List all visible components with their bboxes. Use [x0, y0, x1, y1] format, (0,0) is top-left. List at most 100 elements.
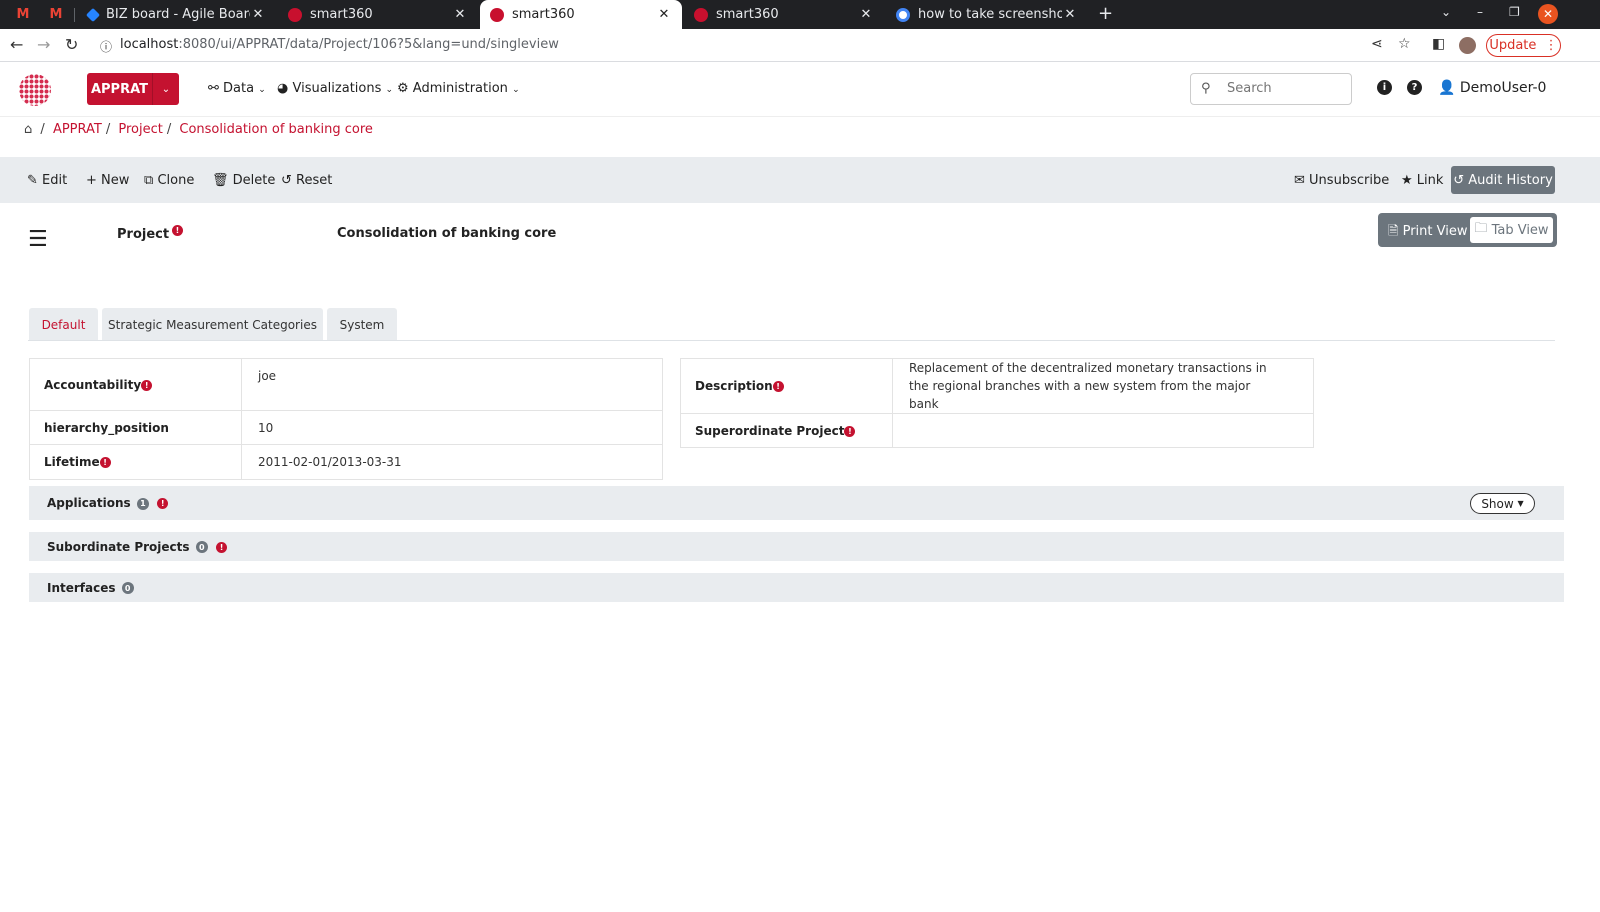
tab-system[interactable]: System [327, 308, 397, 341]
tab-title: smart360 [716, 7, 779, 22]
search-box[interactable]: ⚲ [1190, 73, 1352, 105]
count-badge: 1 [136, 497, 149, 510]
field-label: Superordinate Project! [680, 413, 893, 448]
field-row: hierarchy_position 10 [29, 410, 663, 445]
side-panel-icon[interactable]: ◧ [1432, 36, 1445, 52]
close-icon[interactable]: ✕ [452, 7, 468, 22]
unsubscribe-label: Unsubscribe [1309, 173, 1390, 188]
breadcrumb-project[interactable]: Project [118, 122, 162, 137]
audit-history-label: Audit History [1468, 172, 1553, 188]
tab-default[interactable]: Default [29, 308, 98, 341]
show-button[interactable]: Show ▼ [1470, 493, 1535, 514]
star-icon[interactable]: ☆ [1398, 36, 1411, 52]
url-host: localhost [120, 37, 179, 52]
section-title: Interfaces [47, 580, 116, 595]
tab-search-icon[interactable]: ⌄ [1441, 5, 1451, 19]
star-icon: ★ [1401, 173, 1413, 188]
search-input[interactable] [1227, 81, 1342, 96]
reset-button[interactable]: ↺ Reset [281, 173, 332, 188]
chevron-down-icon: ⌄ [512, 85, 520, 95]
accountability-label: Accountability [44, 377, 142, 392]
gmail-pinned-tab-2[interactable]: M [43, 0, 69, 29]
caret-down-icon: ▼ [1517, 499, 1524, 508]
info-icon[interactable]: ! [99, 457, 111, 468]
restore-icon[interactable]: ❐ [1509, 5, 1520, 19]
info-icon[interactable]: i [1377, 80, 1392, 95]
tab-strategic-measurement-categories[interactable]: Strategic Measurement Categories [102, 308, 323, 341]
tab-label: Default [41, 317, 86, 332]
browser-tab-strip: M M BIZ board - Agile Board - J ✕ smart3… [0, 0, 1600, 29]
window-close-icon[interactable]: ✕ [1538, 4, 1558, 24]
smart360-logo[interactable] [19, 74, 51, 106]
info-icon[interactable]: ! [141, 379, 153, 391]
audit-history-button[interactable]: ↺ Audit History [1451, 166, 1555, 194]
browser-tab-smart360[interactable]: smart360 ✕ [684, 0, 884, 29]
info-icon[interactable]: ! [844, 425, 856, 437]
browser-tab-google[interactable]: how to take screenshot in ✕ [886, 0, 1088, 29]
unsubscribe-button[interactable]: ✉ Unsubscribe [1294, 173, 1389, 188]
nav-data[interactable]: ⚯ Data ⌄ [208, 81, 266, 96]
section-subordinate-projects[interactable]: Subordinate Projects 0 ! [29, 532, 1564, 561]
sitemap-icon: ⚯ [208, 81, 219, 96]
info-icon[interactable]: ! [216, 541, 228, 553]
site-info-icon[interactable]: ⓘ [100, 38, 112, 55]
app-switcher-button[interactable]: APPRAT ⌄ [87, 73, 179, 105]
view-toggle-group: 🗎 Print View 🗀 Tab View [1378, 213, 1557, 247]
close-icon[interactable]: ✕ [656, 7, 672, 22]
gmail-pinned-tab-1[interactable]: M [10, 0, 36, 29]
tab-view-button[interactable]: 🗀 Tab View [1470, 217, 1553, 243]
user-name: DemoUser-0 [1459, 80, 1547, 96]
new-button[interactable]: + New [86, 173, 129, 188]
section-applications[interactable]: Applications 1 ! Show ▼ [29, 486, 1564, 520]
back-icon[interactable]: ← [10, 35, 23, 54]
close-icon[interactable]: ✕ [250, 7, 266, 22]
share-icon[interactable]: ⋖ [1371, 36, 1383, 52]
close-icon[interactable]: ✕ [1062, 7, 1078, 22]
superordinate-project-label: Superordinate Project [695, 423, 845, 438]
link-button[interactable]: ★ Link [1401, 173, 1443, 188]
pie-chart-icon: ◕ [277, 81, 289, 96]
browser-tab-smart360[interactable]: smart360 ✕ [278, 0, 478, 29]
info-icon[interactable]: ! [172, 225, 183, 236]
edit-button[interactable]: ✎ Edit [27, 173, 67, 188]
breadcrumb-current[interactable]: Consolidation of banking core [179, 122, 373, 137]
breadcrumb: ⌂ / APPRAT / Project / Consolidation of ba… [24, 122, 373, 137]
url-path: :8080/ui/APPRAT/data/Project/106?5&lang=… [178, 37, 559, 52]
browser-tab-jira[interactable]: BIZ board - Agile Board - J ✕ [78, 0, 276, 29]
forward-icon[interactable]: → [37, 35, 50, 54]
info-icon[interactable]: ! [157, 498, 169, 509]
field-row: Accountability! joe [29, 358, 663, 411]
clone-icon: ⧉ [144, 173, 154, 188]
count-badge: 0 [195, 541, 208, 553]
browser-tab-smart360-active[interactable]: smart360 ✕ [480, 0, 682, 29]
gears-icon: ⚙ [397, 81, 409, 96]
section-interfaces[interactable]: Interfaces 0 [29, 573, 1564, 602]
field-row: Description! Replacement of the decentra… [680, 358, 1314, 414]
clone-button[interactable]: ⧉ Clone [144, 173, 194, 188]
reload-icon[interactable]: ↻ [65, 35, 78, 54]
nav-label: Data [223, 81, 255, 96]
lifetime-value: 2011-02-01/2013-03-31 [241, 444, 663, 480]
delete-button[interactable]: 🗑 Delete [212, 173, 275, 188]
reset-label: Reset [296, 173, 333, 188]
help-icon[interactable]: ? [1407, 80, 1422, 95]
minimize-icon[interactable]: – [1477, 5, 1483, 19]
accountability-value: joe [241, 358, 663, 411]
nav-label: Administration [412, 81, 508, 96]
chevron-down-icon[interactable]: ⌄ [152, 73, 179, 105]
nav-administration[interactable]: ⚙ Administration ⌄ [397, 81, 520, 96]
new-tab-button[interactable]: + [1098, 3, 1113, 24]
profile-avatar[interactable] [1459, 37, 1476, 54]
breadcrumb-apprat[interactable]: APPRAT [53, 122, 102, 137]
field-label: Lifetime! [29, 444, 242, 480]
home-icon[interactable]: ⌂ [24, 122, 32, 137]
close-icon[interactable]: ✕ [858, 7, 874, 22]
right-field-table: Description! Replacement of the decentra… [680, 358, 1314, 448]
nav-visualizations[interactable]: ◕ Visualizations ⌄ [277, 81, 393, 96]
url-field[interactable]: localhost:8080/ui/APPRAT/data/Project/10… [120, 37, 559, 52]
info-icon[interactable]: ! [772, 381, 784, 392]
user-menu[interactable]: 👤 DemoUser-0 [1438, 80, 1546, 96]
app-name: APPRAT [90, 81, 149, 97]
print-view-button[interactable]: 🗎 Print View [1388, 222, 1467, 244]
update-button[interactable]: Update ⋮ [1486, 34, 1561, 57]
